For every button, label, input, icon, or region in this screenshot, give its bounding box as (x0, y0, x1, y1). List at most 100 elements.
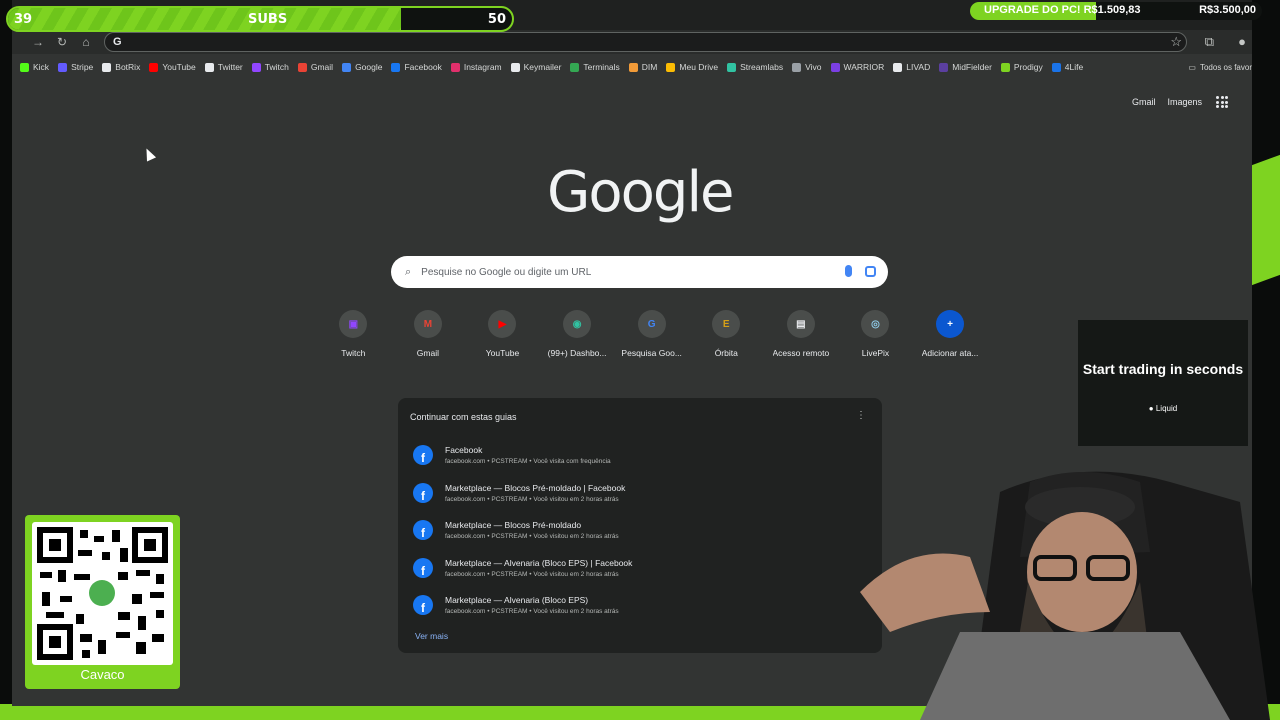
bookmark-streamlabs[interactable]: Streamlabs (727, 62, 783, 72)
bookmark-warrior[interactable]: WARRIOR (830, 62, 885, 72)
shortcut-tile[interactable]: E Órbita (689, 310, 764, 358)
bookmark-terminals[interactable]: Terminals (570, 62, 620, 72)
continue-tab-text: Marketplace — Alvenaria (Bloco EPS) faceb… (445, 595, 619, 615)
bookmark-label: WARRIOR (843, 62, 885, 72)
bookmark-youtube[interactable]: YouTube (149, 62, 196, 72)
ad-banner[interactable]: Start trading in seconds ● Liquid (1078, 320, 1248, 446)
continue-tab-item[interactable]: f Marketplace — Alvenaria (Bloco EPS) | F… (406, 551, 874, 585)
qr-code-image (32, 522, 173, 665)
continue-tab-title: Marketplace — Alvenaria (Bloco EPS) (445, 595, 589, 605)
continue-tab-subtitle: facebook.com • PCSTREAM • Você visitou e… (445, 533, 619, 540)
shortcut-tile[interactable]: ◉ (99+) Dashbo... (540, 310, 615, 358)
bookmark-label: Prodigy (1013, 62, 1043, 72)
bookmark-google[interactable]: Google (342, 62, 382, 72)
bookmark-label: MidFielder (952, 62, 992, 72)
bookmark-stripe[interactable]: Stripe (58, 62, 93, 72)
bookmark-favicon-icon (570, 62, 580, 72)
lens-search-icon[interactable] (865, 266, 876, 277)
bookmark-favicon-icon (342, 62, 352, 72)
continue-tab-item[interactable]: f Marketplace — Alvenaria (Bloco EPS) face… (406, 588, 874, 622)
shortcut-label: LivePix (861, 348, 890, 358)
bookmark-favicon-icon (893, 62, 903, 72)
upgrade-goal-bar: UPGRADE DO PC! R$1.509,83 R$3.500,00 (970, 2, 1262, 20)
shortcut-tile[interactable]: + Adicionar ata... (913, 310, 988, 358)
bookmark-meu-drive[interactable]: Meu Drive (666, 62, 718, 72)
bookmark-facebook[interactable]: Facebook (391, 62, 442, 72)
bookmark-keymailer[interactable]: Keymailer (510, 62, 561, 72)
bookmark-twitch[interactable]: Twitch (251, 62, 289, 72)
voice-search-icon[interactable] (845, 265, 852, 277)
see-more-link[interactable]: Ver mais (415, 631, 448, 641)
bookmark-label: Streamlabs (740, 62, 784, 72)
bookmark-favicon-icon (297, 62, 307, 72)
google-apps-icon[interactable] (1216, 96, 1228, 108)
bookmark-4life[interactable]: 4Life (1051, 62, 1084, 72)
bookmark-label: DIM (641, 62, 658, 72)
continue-tab-text: Marketplace — Blocos Pré-moldado | Faceb… (445, 483, 625, 503)
decor-stroke (1252, 154, 1280, 286)
qr-label: Cavaco (80, 667, 125, 682)
shortcut-icon: ◉ (563, 310, 592, 338)
bookmark-favicon-icon (666, 62, 676, 72)
shortcut-tile[interactable]: ▶ YouTube (465, 310, 540, 358)
continue-tab-item[interactable]: f Marketplace — Blocos Pré-moldado | Face… (406, 476, 874, 510)
shortcut-label: Órbita (714, 348, 738, 358)
continue-tab-item[interactable]: f Marketplace — Blocos Pré-moldado faceboo… (406, 513, 874, 547)
bookmark-livad[interactable]: LIVAD (893, 62, 930, 72)
facebook-icon: f (413, 595, 433, 615)
home-icon[interactable]: ⌂ (74, 30, 98, 54)
facebook-icon: f (413, 520, 433, 540)
bookmark-label: Twitch (264, 62, 289, 72)
bookmark-dim[interactable]: DIM (628, 62, 658, 72)
qr-code-panel: Cavaco (25, 515, 180, 689)
shortcut-label: Twitch (341, 348, 366, 358)
bookmark-twitter[interactable]: Twitter (204, 62, 243, 72)
bookmark-label: 4Life (1064, 62, 1084, 72)
bookmark-star-icon[interactable]: ☆ (1170, 34, 1182, 50)
bookmark-favicon-icon (792, 62, 802, 72)
shortcut-tile[interactable]: ◎ LivePix (838, 310, 913, 358)
gmail-link[interactable]: Gmail (1132, 97, 1156, 107)
bookmark-vivo[interactable]: Vivo (792, 62, 822, 72)
more-options-icon[interactable]: ⋮ (856, 410, 866, 421)
profile-icon[interactable]: ● (1238, 34, 1246, 49)
liquid-drop-icon: ● (1148, 404, 1154, 413)
bookmark-favicon-icon (58, 62, 68, 72)
extensions-icon[interactable]: ⧉ (1205, 34, 1214, 50)
bookmark-label: Twitter (217, 62, 243, 72)
bookmark-prodigy[interactable]: Prodigy (1000, 62, 1043, 72)
bookmark-kick[interactable]: Kick (20, 62, 49, 72)
continue-tab-item[interactable]: f Facebook facebook.com • PCSTREAM • Você … (406, 438, 874, 472)
subs-progress-fill (8, 8, 402, 30)
bookmark-botrix[interactable]: BotRix (102, 62, 140, 72)
bookmark-label: Instagram (463, 62, 502, 72)
shortcut-tile[interactable]: ▤ Acesso remoto (764, 310, 839, 358)
continue-tab-text: Facebook facebook.com • PCSTREAM • Você v… (445, 445, 611, 465)
search-icon: ⌕ (405, 265, 412, 278)
images-link[interactable]: Imagens (1167, 97, 1202, 107)
shortcut-tile[interactable]: ▣ Twitch (316, 310, 391, 358)
bookmark-instagram[interactable]: Instagram (450, 62, 502, 72)
shortcut-icon: ▶ (488, 310, 517, 338)
reload-icon[interactable]: ↻ (50, 30, 74, 54)
subs-goal-bar: 39 SUBS 50 (6, 6, 514, 32)
search-input[interactable]: ⌕ Pesquise no Google ou digite um URL (391, 256, 888, 288)
bookmark-favicon-icon (251, 62, 261, 72)
bookmark-gmail[interactable]: Gmail (297, 62, 333, 72)
address-bar[interactable]: G (104, 32, 1187, 52)
bookmark-midfielder[interactable]: MidFielder (939, 62, 992, 72)
all-bookmarks-label: Todos os favor (1199, 62, 1252, 72)
subs-goal: 50 (487, 12, 506, 27)
address-bar-text: G (113, 36, 122, 48)
continue-tabs-title: Continuar com estas guias (410, 412, 517, 422)
bookmark-label: LIVAD (906, 62, 931, 72)
browser-toolbar: → ↻ ⌂ G ☆ ⧉ ● (12, 30, 1252, 54)
continue-tab-title: Marketplace — Alvenaria (Bloco EPS) | Fa… (445, 557, 633, 568)
all-bookmarks-button[interactable]: ▭ Todos os favor (1188, 56, 1252, 78)
shortcut-icon: E (712, 310, 741, 338)
forward-icon[interactable]: → (26, 30, 50, 54)
shortcut-tile[interactable]: M Gmail (391, 310, 466, 358)
bookmark-favicon-icon (830, 62, 840, 72)
shortcut-tile[interactable]: G Pesquisa Goo... (614, 310, 689, 358)
ad-title: Start trading in seconds (1082, 361, 1244, 377)
